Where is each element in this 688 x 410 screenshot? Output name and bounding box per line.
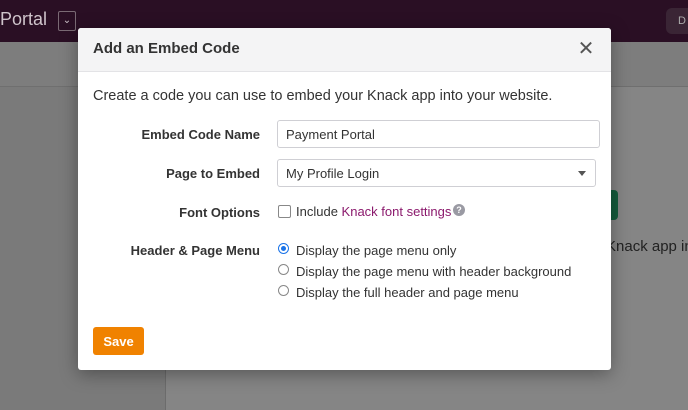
- radio-full-header[interactable]: [278, 285, 289, 296]
- caret-down-icon: [578, 171, 586, 176]
- font-options-label: Font Options: [179, 205, 260, 220]
- include-font-label: Include: [296, 204, 342, 219]
- radio-full-header-label[interactable]: Display the full header and page menu: [296, 285, 519, 300]
- radio-menu-header-bg[interactable]: [278, 264, 289, 275]
- page-to-embed-label: Page to Embed: [166, 166, 260, 181]
- embed-name-input[interactable]: [277, 120, 600, 148]
- include-font-option[interactable]: Include Knack font settings: [296, 204, 451, 219]
- embed-name-label: Embed Code Name: [141, 127, 260, 142]
- radio-menu-header-bg-label[interactable]: Display the page menu with header backgr…: [296, 264, 571, 279]
- include-font-checkbox[interactable]: [278, 205, 291, 218]
- radio-menu-only[interactable]: [278, 243, 289, 254]
- save-button[interactable]: Save: [93, 327, 144, 355]
- page-to-embed-value: My Profile Login: [286, 166, 380, 181]
- close-icon[interactable]: ✕: [575, 38, 597, 60]
- dialog-intro-text: Create a code you can use to embed your …: [93, 88, 553, 104]
- embed-code-dialog: Add an Embed Code ✕ Create a code you ca…: [78, 28, 611, 370]
- dialog-title: Add an Embed Code: [93, 40, 240, 57]
- radio-menu-only-label[interactable]: Display the page menu only: [296, 243, 456, 258]
- header-menu-label: Header & Page Menu: [130, 243, 260, 258]
- page-to-embed-select[interactable]: My Profile Login: [277, 159, 596, 187]
- knack-font-settings-link[interactable]: Knack font settings: [342, 204, 452, 219]
- dialog-header: Add an Embed Code ✕: [78, 28, 611, 72]
- question-circle-icon[interactable]: ?: [453, 204, 465, 216]
